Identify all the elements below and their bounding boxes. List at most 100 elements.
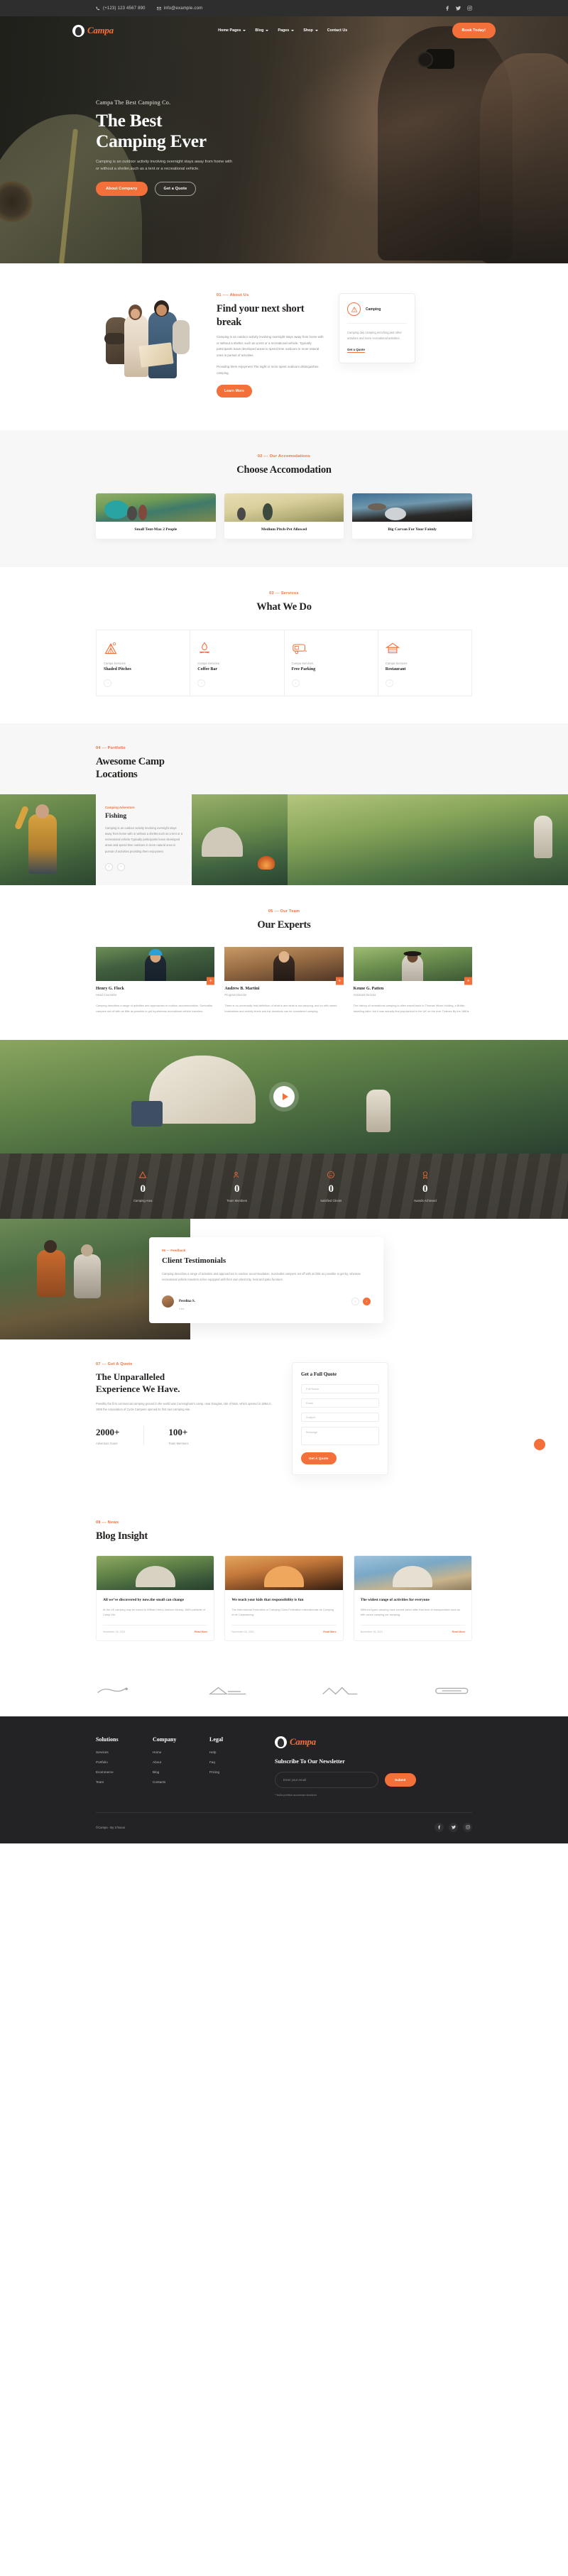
twitter-icon[interactable]	[456, 6, 461, 11]
blog-read-more-link[interactable]: Read More	[452, 1630, 465, 1633]
hero-title-line1: The Best	[96, 109, 163, 131]
footer-link-faq[interactable]: Faq	[209, 1760, 266, 1764]
footer-link-pricing[interactable]: Pricing	[209, 1770, 266, 1774]
nav-item-home-pages[interactable]: Home Pages	[218, 28, 246, 33]
full-name-field[interactable]: Full Name	[301, 1383, 379, 1393]
service-card-free-parking[interactable]: Campa Services Free Parking →	[285, 630, 378, 696]
portfolio-prev-button[interactable]: ‹	[105, 862, 113, 871]
nav-label: Contact Us	[327, 28, 348, 33]
book-today-button[interactable]: Book Today!	[452, 23, 496, 38]
about-company-button[interactable]: About Company	[96, 182, 148, 197]
hero-section: Campa Home Pages Blog Pages Shop Contact…	[0, 16, 568, 263]
newsletter-email-input[interactable]: Enter your email	[275, 1771, 378, 1788]
footer-link-team[interactable]: Team	[96, 1780, 153, 1784]
email-text: info@example.com	[163, 6, 203, 11]
instagram-icon[interactable]	[467, 6, 472, 11]
top-socials	[445, 6, 472, 11]
accommodation-card[interactable]: Small Tent-Max 2 People	[96, 493, 216, 539]
play-button-icon[interactable]	[273, 1085, 295, 1107]
footer-link-home[interactable]: Home	[153, 1750, 209, 1754]
footer-column-title: Company	[153, 1736, 177, 1743]
expert-expand-icon[interactable]: +	[207, 977, 215, 985]
stat-suffix: +	[182, 1426, 188, 1437]
service-arrow-icon[interactable]: →	[197, 679, 206, 687]
counter-label: Satisfied Clients	[320, 1198, 342, 1202]
portfolio-next-button[interactable]: ›	[117, 862, 125, 871]
blog-kicker: 08 --- News	[96, 1520, 119, 1525]
site-logo[interactable]: Campa	[72, 24, 114, 37]
instagram-icon[interactable]	[463, 1822, 472, 1832]
video-section[interactable]	[0, 1039, 568, 1153]
portfolio-image-kids	[288, 794, 568, 885]
footer-link-about[interactable]: About	[153, 1760, 209, 1764]
accommodation-card[interactable]: Medium Pitch-Pet Allowed	[224, 493, 344, 539]
message-field[interactable]: Message	[301, 1426, 379, 1445]
nav-item-pages[interactable]: Pages	[278, 28, 295, 33]
blog-post-card[interactable]: We teach your kids that responsibility i…	[224, 1555, 344, 1641]
experts-section: 05 --- Our Team Our Experts + Henry G. F…	[0, 884, 568, 1040]
footer-column-legal: Legal Help Faq Pricing	[209, 1736, 266, 1780]
quote-title: The Unparalleled Experience We Have.	[96, 1371, 273, 1395]
accommodation-card[interactable]: Big Carvan For Your Faimly	[352, 493, 473, 539]
footer-link-blog[interactable]: Blog	[153, 1770, 209, 1774]
chevron-down-icon	[291, 30, 295, 31]
facebook-icon[interactable]	[445, 6, 449, 11]
twitter-icon[interactable]	[449, 1822, 458, 1832]
footer-link-contacts[interactable]: Contacts	[153, 1780, 209, 1784]
about-card-link[interactable]: Get a Quote	[347, 348, 365, 353]
service-card-coffee-bar[interactable]: Campa Services Coffee Bar →	[190, 630, 285, 696]
expert-card[interactable]: + Andrew B. Martini Program Director The…	[224, 947, 344, 1014]
facebook-icon[interactable]	[435, 1822, 444, 1832]
testimonials-title: Client Testimonials	[162, 1256, 226, 1265]
blog-post-card[interactable]: All we’ve discovered by now.the small ca…	[96, 1555, 215, 1641]
service-arrow-icon[interactable]: →	[291, 679, 300, 687]
hero-subtitle: Camping is an outdoor activity involving…	[96, 159, 232, 172]
learn-more-button[interactable]: Learn More	[217, 384, 252, 398]
expert-expand-icon[interactable]: +	[335, 977, 344, 985]
expert-card[interactable]: + Kenne G. Patten Assistant Director The…	[353, 947, 472, 1014]
get-a-quote-submit-button[interactable]: Get A Quote	[301, 1452, 337, 1464]
service-card-shaded-pitches[interactable]: Campa Services Shaded Pitches →	[97, 630, 191, 696]
expert-card[interactable]: + Henry G. Flock Head Counselor Camping …	[96, 947, 215, 1014]
testimonial-author-role: Ceo	[179, 1307, 185, 1311]
accommodation-kicker: 02 --- Our Accomodations	[257, 454, 311, 459]
testimonial-body: Camping describes a range of activities …	[162, 1271, 361, 1282]
about-section: 01 ---- About Us Find your next short br…	[0, 263, 568, 430]
nav-item-shop[interactable]: Shop	[303, 28, 318, 33]
email-item[interactable]: info@example.com	[156, 6, 203, 11]
newsletter-submit-button[interactable]: Submit	[385, 1772, 416, 1787]
service-card-restaurant[interactable]: Campa Services Restaurant →	[378, 630, 471, 696]
testimonial-next-button[interactable]: ›	[363, 1298, 371, 1306]
blog-post-date: November 16, 2021	[231, 1630, 254, 1633]
cabin-icon	[385, 640, 464, 655]
campfire-icon	[197, 640, 276, 655]
get-a-quote-button[interactable]: Get a Quote	[154, 182, 197, 197]
email-field[interactable]: Email	[301, 1398, 379, 1408]
blog-post-card[interactable]: The widest range of activities for every…	[353, 1555, 472, 1641]
blog-read-more-link[interactable]: Read More	[323, 1630, 336, 1633]
nav-item-blog[interactable]: Blog	[255, 28, 269, 33]
service-arrow-icon[interactable]: →	[385, 679, 393, 687]
portfolio-item-body: Camping is an outdoor activity involving…	[105, 826, 182, 853]
expert-photo-3	[353, 947, 472, 982]
quote-title-line2: Experience We Have.	[96, 1383, 180, 1394]
blog-read-more-link[interactable]: Read More	[195, 1630, 207, 1633]
about-feature-card: Camping Camping day camping,enriching,an…	[339, 293, 415, 363]
nav-item-contact-us[interactable]: Contact Us	[327, 28, 347, 33]
blog-post-title: We teach your kids that responsibility i…	[231, 1598, 304, 1603]
footer-link-services[interactable]: Services	[96, 1750, 153, 1754]
service-arrow-icon[interactable]: →	[104, 679, 111, 687]
footer-link-portfolio[interactable]: Portfolio	[96, 1760, 153, 1764]
footer-link-ecommerce[interactable]: Ecommerce	[96, 1770, 153, 1774]
subject-field[interactable]: Subject	[301, 1412, 379, 1422]
portfolio-title: Awesome Camp Locations	[96, 755, 472, 782]
testimonial-prev-button[interactable]: ‹	[351, 1298, 359, 1306]
footer-logo[interactable]: Campa	[275, 1736, 472, 1748]
footer-link-help[interactable]: Help	[209, 1750, 266, 1754]
expert-expand-icon[interactable]: +	[464, 977, 472, 985]
phone-item[interactable]: (+123) 123 4567 890	[96, 6, 146, 11]
team-icon	[190, 1170, 285, 1180]
backpack-shape-2	[173, 320, 190, 354]
about-text-column: 01 ---- About Us Find your next short br…	[217, 293, 324, 398]
expert-role: Head Counselor	[96, 993, 117, 997]
